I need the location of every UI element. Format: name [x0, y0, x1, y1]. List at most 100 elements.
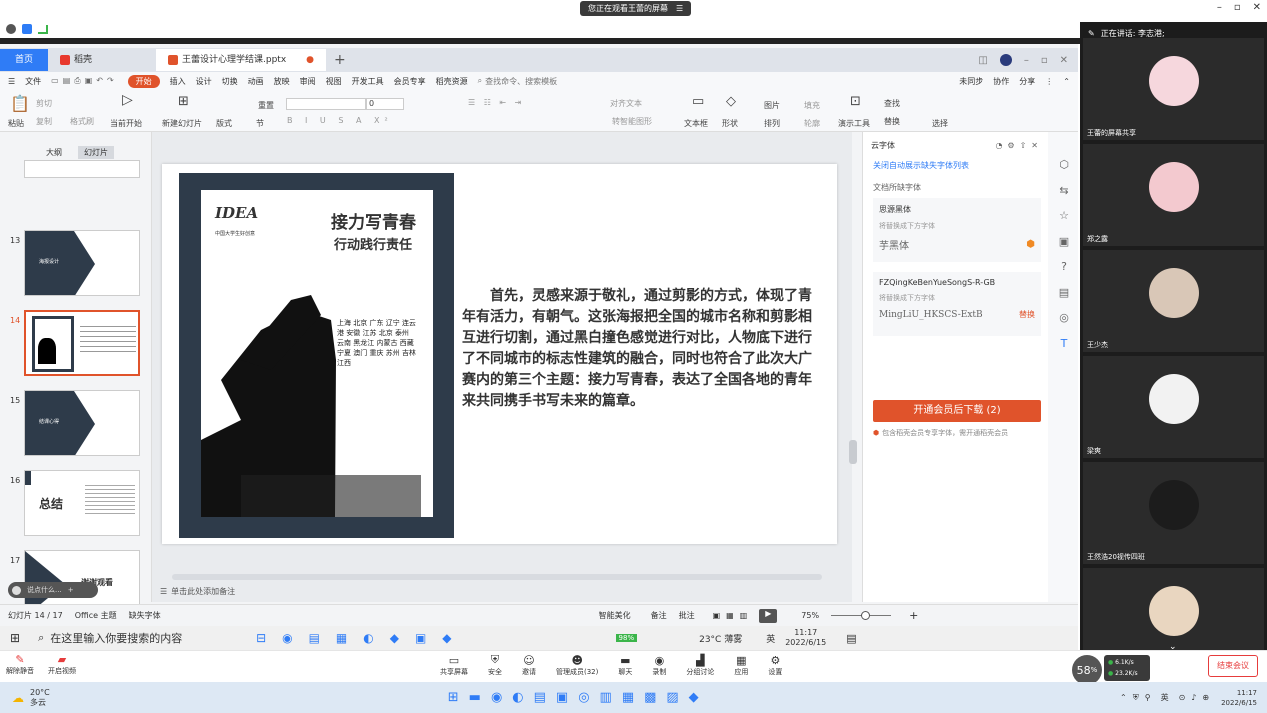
play-slideshow-icon[interactable]: ▶ [759, 608, 778, 623]
share-screen-button[interactable]: ▭ 共享屏幕 [440, 654, 468, 677]
minimize-icon[interactable]: – [1217, 2, 1222, 13]
shape-icon[interactable]: ◇ [726, 94, 736, 109]
new-slide-icon[interactable]: ⊞ [178, 94, 189, 109]
thumbnail-14-selected[interactable] [24, 310, 140, 376]
menu-docer[interactable]: 稻壳资源 [436, 76, 468, 87]
font-size-select[interactable]: 0 [366, 98, 404, 110]
font-name-select[interactable] [286, 98, 366, 110]
editor-hscrollbar[interactable] [172, 574, 822, 580]
shape-button[interactable]: 形状 [722, 118, 738, 129]
copy-button[interactable]: 复制 [36, 116, 52, 127]
zoom-slider[interactable] [831, 611, 892, 620]
tab-home[interactable]: 首页 [0, 49, 48, 71]
tab-close-icon[interactable]: ● [306, 49, 314, 71]
tray-icons[interactable]: ⌃⛨⚲ [1120, 693, 1157, 703]
input-language[interactable]: 英 [1161, 692, 1169, 703]
slide-body-text[interactable]: 首先，灵感来源于敬礼，通过剪影的方式，体现了青年有活力，有朝气。这张海报把全国的… [462, 286, 818, 412]
collaborate-button[interactable]: 协作 [993, 76, 1009, 87]
fontpanel-header-icons[interactable]: ◔⚙⇧✕ [995, 141, 1043, 150]
menu-review[interactable]: 审阅 [300, 76, 316, 87]
command-search[interactable]: ⌕ 查找命令、搜索模板 [478, 76, 557, 87]
replace-link[interactable]: 替换 [1019, 309, 1035, 320]
from-current-button[interactable]: 当前开始 [110, 118, 142, 129]
picture-button[interactable]: 图片 [764, 100, 780, 111]
restore-icon[interactable]: ▫ [1234, 2, 1241, 13]
menu-icon[interactable]: ☰ [8, 77, 15, 86]
restore-icon[interactable]: ▫ [1041, 55, 1048, 66]
smart-beautify[interactable]: 智能美化 [599, 610, 631, 621]
end-meeting-button[interactable]: 结束会议 [1208, 655, 1258, 677]
layout-icon[interactable]: ◫ [978, 55, 987, 66]
menu-slideshow[interactable]: 放映 [274, 76, 290, 87]
zoom-level[interactable]: 75% [801, 611, 819, 620]
info-icon[interactable] [6, 24, 16, 34]
add-slide-icon[interactable]: + [68, 586, 74, 594]
participant-tile[interactable]: 王然浩20视传四班 [1083, 462, 1264, 564]
scroll-down-icon[interactable]: ⌄ [1169, 642, 1177, 652]
presenter-tools-button[interactable]: 演示工具 [838, 118, 870, 129]
cut-button[interactable]: 剪切 [36, 98, 52, 109]
settings-button[interactable]: ⚙ 设置 [768, 654, 782, 677]
arrange-button[interactable]: 排列 [764, 118, 780, 129]
reset-button[interactable]: 重置 [258, 100, 274, 111]
notification-icon[interactable]: ▤ [846, 632, 856, 645]
play-icon[interactable]: ▷ [122, 92, 133, 108]
comments-toggle[interactable]: 批注 [679, 610, 695, 621]
participant-tile[interactable]: ⌄ [1083, 568, 1264, 652]
menu-animation[interactable]: 动画 [248, 76, 264, 87]
outline-button[interactable]: 轮廓 [804, 118, 820, 129]
notes-area[interactable]: ☰ 单击此处添加备注 [160, 586, 235, 597]
windows-start-icon[interactable]: ⊞ [10, 631, 20, 645]
thumbnail-15[interactable]: 结课心得 [24, 390, 140, 456]
thumbnail-16[interactable]: 总结 [24, 470, 140, 536]
taskbar2-app-icons[interactable]: ⊞▬◉◐▤▣◎▥▦▩▨◆ [448, 690, 709, 705]
textbox-button[interactable]: 文本框 [684, 118, 708, 129]
layout-button[interactable]: 版式 [216, 118, 232, 129]
input-language[interactable]: 英 [766, 632, 775, 645]
new-tab-button[interactable]: + [334, 52, 346, 68]
breakout-button[interactable]: ▟ 分组讨论 [686, 654, 714, 677]
tab-slides[interactable]: 幻灯片 [78, 146, 114, 159]
record-button[interactable]: ◉ 录制 [652, 654, 666, 677]
unmute-button[interactable]: ✎ 解除静音 [6, 653, 34, 676]
align-text-button[interactable]: 对齐文本 [610, 98, 642, 109]
tab-outline[interactable]: 大纲 [40, 146, 68, 159]
textbox-icon[interactable]: ▭ [692, 94, 704, 109]
convert-smartart-button[interactable]: 转智能图形 [612, 116, 652, 127]
zoom-slider-knob[interactable] [861, 611, 871, 620]
user-avatar-icon[interactable] [999, 54, 1012, 66]
system-tray-icons[interactable]: ⊙♪⊕ [1179, 693, 1216, 702]
participant-tile[interactable]: 梁爽 [1083, 356, 1264, 458]
close-icon[interactable]: ✕ [1253, 2, 1261, 13]
thumbnail-12-partial[interactable] [24, 160, 140, 178]
collapse-icon[interactable]: ⌃ [1063, 77, 1070, 86]
editor-scrollbar[interactable] [849, 440, 857, 464]
participant-tile[interactable]: 王蕾的屏幕共享 [1083, 38, 1264, 140]
presenter-icon[interactable]: ⊡ [850, 94, 861, 109]
fill-button[interactable]: 填充 [804, 100, 820, 111]
view-mode-icons[interactable]: ▣▦▥ [713, 611, 754, 620]
weather-widget[interactable]: ☁ 20°C 多云 [12, 688, 50, 708]
menu-file[interactable]: 文件 [25, 76, 41, 87]
close-auto-show-link[interactable]: 关闭自动展示缺失字体列表 [873, 160, 969, 171]
notes-toggle[interactable]: 备注 [651, 610, 667, 621]
minimize-icon[interactable]: – [1024, 55, 1029, 66]
paste-button[interactable]: 粘贴 [8, 118, 24, 129]
invite-button[interactable]: ☺ 邀请 [522, 654, 536, 677]
section-button[interactable]: 节 [256, 118, 264, 129]
replace-button[interactable]: 替换 [884, 116, 900, 127]
select-button[interactable]: 选择 [932, 118, 948, 129]
thumbnail-13[interactable]: 海报设计 [24, 230, 140, 296]
find-button[interactable]: 查找 [884, 98, 900, 109]
participant-tile[interactable]: 王少杰 [1083, 250, 1264, 352]
tab-document[interactable]: 王蕾设计心理学结课.pptx ● [156, 49, 327, 71]
security-button[interactable]: ⛨ 安全 [488, 653, 502, 677]
weather-status[interactable]: 23°C 薄雾 [699, 632, 742, 645]
format-painter-button[interactable]: 格式刷 [70, 116, 94, 127]
tab-docer[interactable]: 稻壳 [48, 49, 104, 71]
start-video-button[interactable]: ▰ 开启视频 [48, 653, 76, 676]
paste-icon[interactable]: 📋 [10, 94, 30, 113]
menu-start[interactable]: 开始 [127, 74, 160, 88]
sync-status[interactable]: 未同步 [959, 76, 983, 87]
participant-tile[interactable]: 郑之露 [1083, 144, 1264, 246]
